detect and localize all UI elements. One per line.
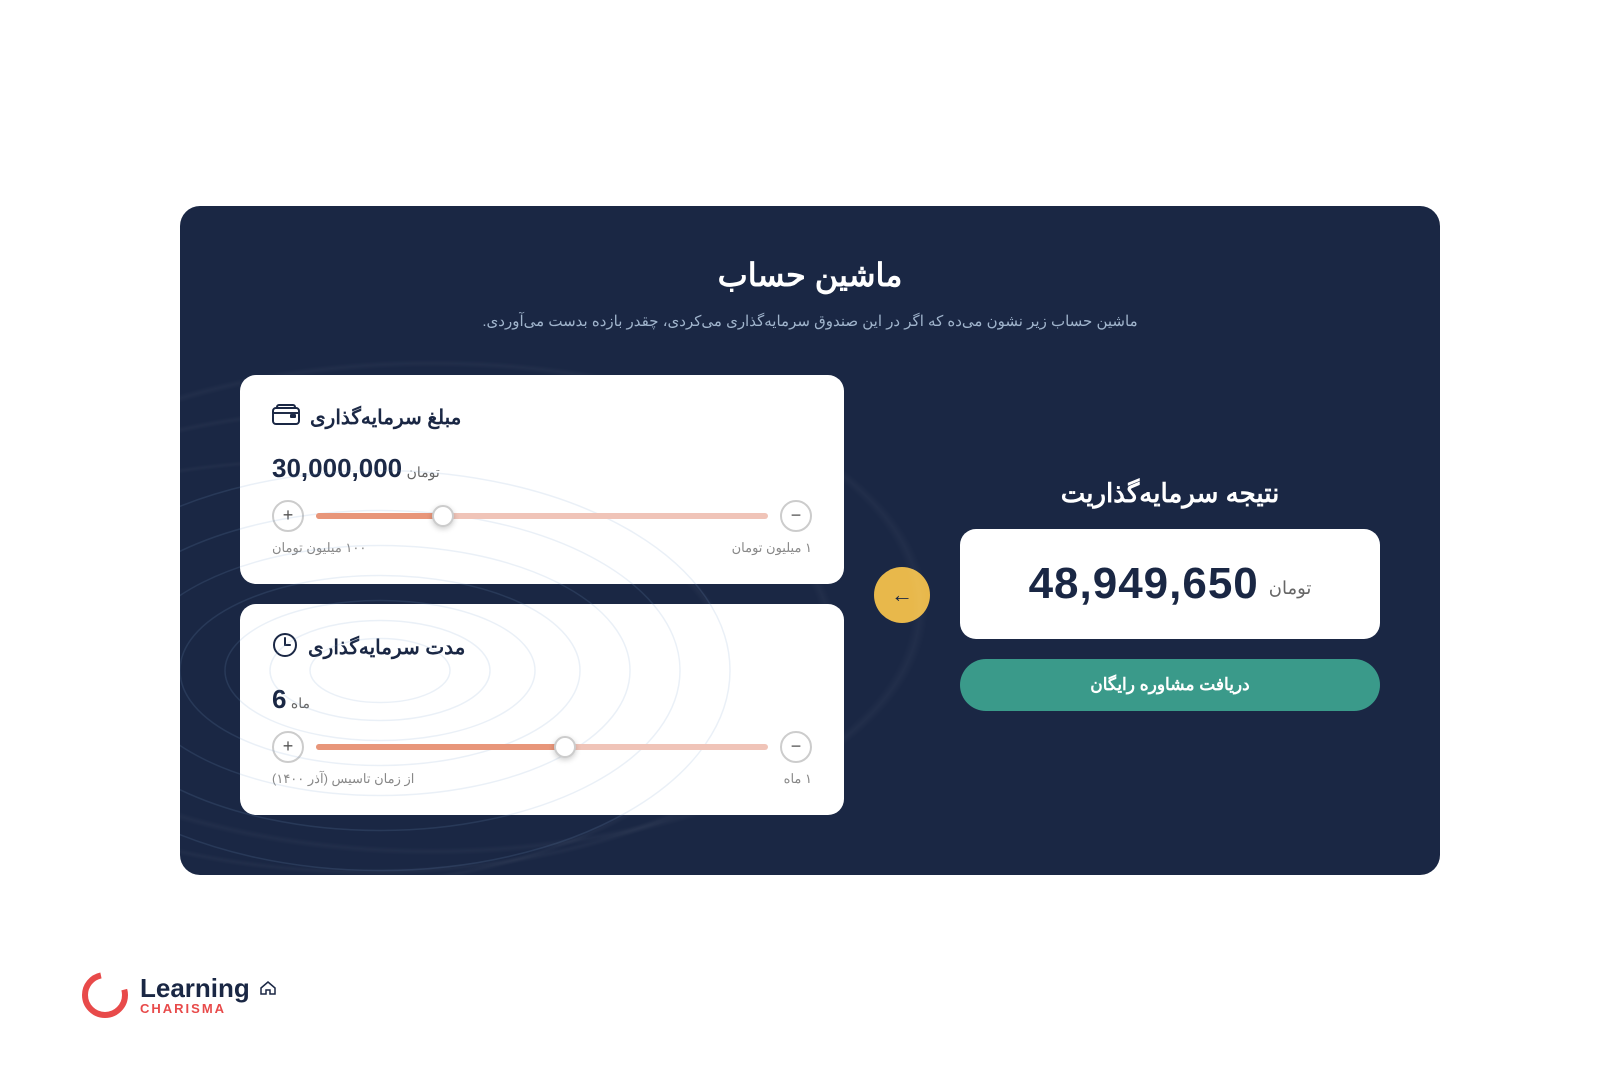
amount-slider-thumb xyxy=(432,505,454,527)
card-header: ماشین حساب ماشین حساب زیر نشون می‌ده که … xyxy=(240,256,1380,335)
amount-plus-btn[interactable]: + xyxy=(272,500,304,532)
amount-label-max: ۱۰۰ میلیون تومان xyxy=(272,540,366,556)
logo-text-group: Learning CHARISMA xyxy=(140,974,276,1017)
logo-area: Learning CHARISMA xyxy=(80,970,276,1020)
amount-slider-track[interactable] xyxy=(316,513,768,519)
amount-label-min: ۱ میلیون تومان xyxy=(732,540,812,556)
result-box: تومان 48,949,650 xyxy=(960,529,1380,639)
arrow-button[interactable]: ← xyxy=(874,567,930,623)
duration-slider-fill xyxy=(316,744,565,750)
amount-value: 30,000,000 xyxy=(272,453,402,483)
duration-slider-labels: ۱ ماه از زمان تاسیس (آذر ۱۴۰۰) xyxy=(272,771,812,787)
duration-label-min: ۱ ماه xyxy=(784,771,812,787)
investment-amount-card: مبلغ سرمایه‌گذاری 30,000,00 xyxy=(240,375,844,584)
amount-slider-title: مبلغ سرمایه‌گذاری xyxy=(310,405,461,430)
amount-minus-btn[interactable]: − xyxy=(780,500,812,532)
card-subtitle: ماشین حساب زیر نشون می‌ده که اگر در این … xyxy=(240,308,1380,335)
duration-value: 6 xyxy=(272,684,286,714)
amount-slider-header: مبلغ سرمایه‌گذاری xyxy=(272,403,812,433)
amount-value-row: 30,000,000 تومان xyxy=(272,453,812,484)
result-label: نتیجه سرمایه‌گذاریت xyxy=(1061,478,1280,509)
amount-slider-controls: − + xyxy=(272,500,812,532)
main-card: ماشین حساب ماشین حساب زیر نشون می‌ده که … xyxy=(180,206,1440,875)
result-currency-label: تومان xyxy=(1269,578,1312,599)
duration-slider-controls: − + xyxy=(272,731,812,763)
amount-unit: تومان xyxy=(407,464,440,480)
page-wrapper: ماشین حساب ماشین حساب زیر نشون می‌ده که … xyxy=(0,0,1620,1080)
duration-unit: ماه xyxy=(291,695,310,711)
logo-learning-text: Learning xyxy=(140,974,276,1003)
card-content: نتیجه سرمایه‌گذاریت تومان 48,949,650 دری… xyxy=(240,375,1380,815)
investment-duration-card: مدت سرمایه‌گذاری 6 ماه xyxy=(240,604,844,815)
result-panel: نتیجه سرمایه‌گذاریت تومان 48,949,650 دری… xyxy=(960,478,1380,711)
card-title: ماشین حساب xyxy=(240,256,1380,294)
duration-slider-track[interactable] xyxy=(316,744,768,750)
duration-slider-header: مدت سرمایه‌گذاری xyxy=(272,632,812,664)
duration-slider-title: مدت سرمایه‌گذاری xyxy=(308,635,465,660)
amount-slider-labels: ۱ میلیون تومان ۱۰۰ میلیون تومان xyxy=(272,540,812,556)
logo-charisma-text: CHARISMA xyxy=(140,1002,276,1016)
cta-button[interactable]: دریافت مشاوره رایگان xyxy=(960,659,1380,711)
duration-minus-btn[interactable]: − xyxy=(780,731,812,763)
amount-slider-fill xyxy=(316,513,443,519)
charisma-logo-icon xyxy=(80,970,130,1020)
sliders-panel: مبلغ سرمایه‌گذاری 30,000,00 xyxy=(240,375,844,815)
duration-label-max: از زمان تاسیس (آذر ۱۴۰۰) xyxy=(272,771,414,787)
duration-value-row: 6 ماه xyxy=(272,684,812,715)
duration-slider-icon xyxy=(272,632,298,664)
amount-slider-icon xyxy=(272,403,300,433)
duration-slider-thumb xyxy=(554,736,576,758)
result-amount: 48,949,650 xyxy=(1029,559,1259,609)
duration-plus-btn[interactable]: + xyxy=(272,731,304,763)
